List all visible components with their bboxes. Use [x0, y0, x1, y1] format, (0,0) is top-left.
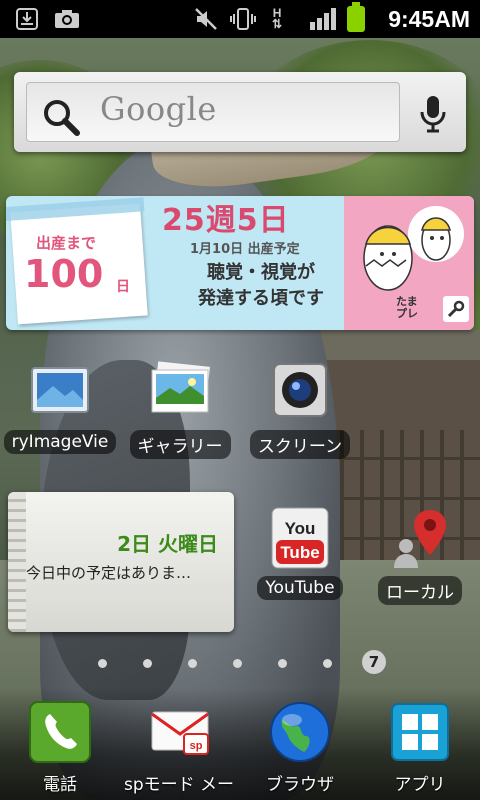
- youtube-icon: You Tube: [268, 506, 332, 570]
- app-drawer-icon: [388, 700, 452, 764]
- download-icon: [16, 7, 38, 31]
- countdown-days: 100: [24, 252, 104, 296]
- app-gallery[interactable]: ギャラリー: [120, 360, 240, 463]
- status-bar[interactable]: H ⇅ 9:45AM: [0, 0, 480, 38]
- widget-settings-icon[interactable]: [443, 296, 469, 322]
- dock-app-drawer[interactable]: アプリ: [360, 700, 480, 799]
- svg-text:Tube: Tube: [280, 543, 319, 562]
- message-line-2: 発達する頃です: [198, 288, 324, 309]
- pregnancy-countdown-widget[interactable]: 出産まで 100 日 25週5日 1月10日 出産予定 聴覚・視覚が 発達する頃…: [6, 196, 474, 330]
- silent-mode-icon: [194, 7, 218, 31]
- dock-phone[interactable]: 電話: [0, 700, 120, 799]
- message-line-1: 聴覚・視覚が: [207, 262, 315, 283]
- image-viewer-icon: [28, 360, 92, 424]
- dock-label: アプリ: [394, 775, 446, 795]
- app-label: ギャラリー: [129, 430, 231, 459]
- page-dot[interactable]: [323, 659, 332, 668]
- browser-globe-icon: [268, 700, 332, 764]
- search-icon[interactable]: [42, 98, 82, 142]
- calendar-widget[interactable]: 2日 火曜日 今日中の予定はありま…: [8, 492, 234, 632]
- status-time: 9:45AM: [388, 6, 470, 32]
- dock-label: ブラウザ: [266, 775, 334, 795]
- gallery-icon: [148, 360, 212, 424]
- vibrate-icon: [230, 7, 256, 31]
- page-dot[interactable]: [278, 659, 287, 668]
- countdown-unit: 日: [116, 279, 130, 295]
- app-local[interactable]: ローカル: [360, 506, 480, 609]
- due-date: 1月10日 出産予定: [190, 242, 300, 257]
- countdown-label: 出産まで: [36, 234, 97, 252]
- page-dot[interactable]: [233, 659, 242, 668]
- svg-text:You: You: [285, 519, 316, 538]
- page-dot[interactable]: [98, 659, 107, 668]
- signal-icon: [310, 8, 336, 30]
- current-page-number[interactable]: 7: [362, 650, 386, 674]
- app-youtube[interactable]: You Tube YouTube: [240, 506, 360, 604]
- app-screen-capture[interactable]: スクリーン: [240, 360, 360, 463]
- google-search-widget[interactable]: Google: [14, 72, 466, 152]
- dock: 電話 sp spモード メール ブラウザ アプリ: [0, 688, 480, 800]
- screen-capture-icon: [268, 360, 332, 424]
- app-label: YouTube: [257, 576, 343, 600]
- app-label: ローカル: [378, 576, 462, 605]
- pregnancy-week: 25週5日: [162, 203, 290, 238]
- app-label: スクリーン: [249, 430, 351, 459]
- data-transfer-icon: H ⇅: [272, 6, 283, 31]
- dock-label: spモード メール: [124, 775, 236, 795]
- search-placeholder: Google: [100, 90, 217, 128]
- microphone-icon[interactable]: [408, 88, 458, 138]
- calendar-event-text: 今日中の予定はありま…: [26, 564, 192, 582]
- battery-icon: [347, 2, 365, 32]
- dock-mail[interactable]: sp spモード メール: [120, 700, 240, 799]
- app-label: ryImageVie: [3, 430, 117, 454]
- calendar-date: 2日 火曜日: [117, 532, 218, 556]
- mail-icon: sp: [148, 700, 212, 764]
- dock-browser[interactable]: ブラウザ: [240, 700, 360, 799]
- phone-icon: [28, 700, 92, 764]
- svg-text:sp: sp: [190, 740, 203, 752]
- page-dot[interactable]: [143, 659, 152, 668]
- local-maps-icon: [388, 506, 452, 570]
- development-message: 聴覚・視覚が 発達する頃です: [176, 260, 346, 312]
- camera-icon: [54, 7, 80, 31]
- page-indicator[interactable]: 7: [92, 650, 392, 676]
- page-dot[interactable]: [188, 659, 197, 668]
- dock-label: 電話: [43, 775, 77, 795]
- app-image-viewer[interactable]: ryImageVie: [0, 360, 120, 458]
- brand-label: たまプレ: [396, 295, 418, 320]
